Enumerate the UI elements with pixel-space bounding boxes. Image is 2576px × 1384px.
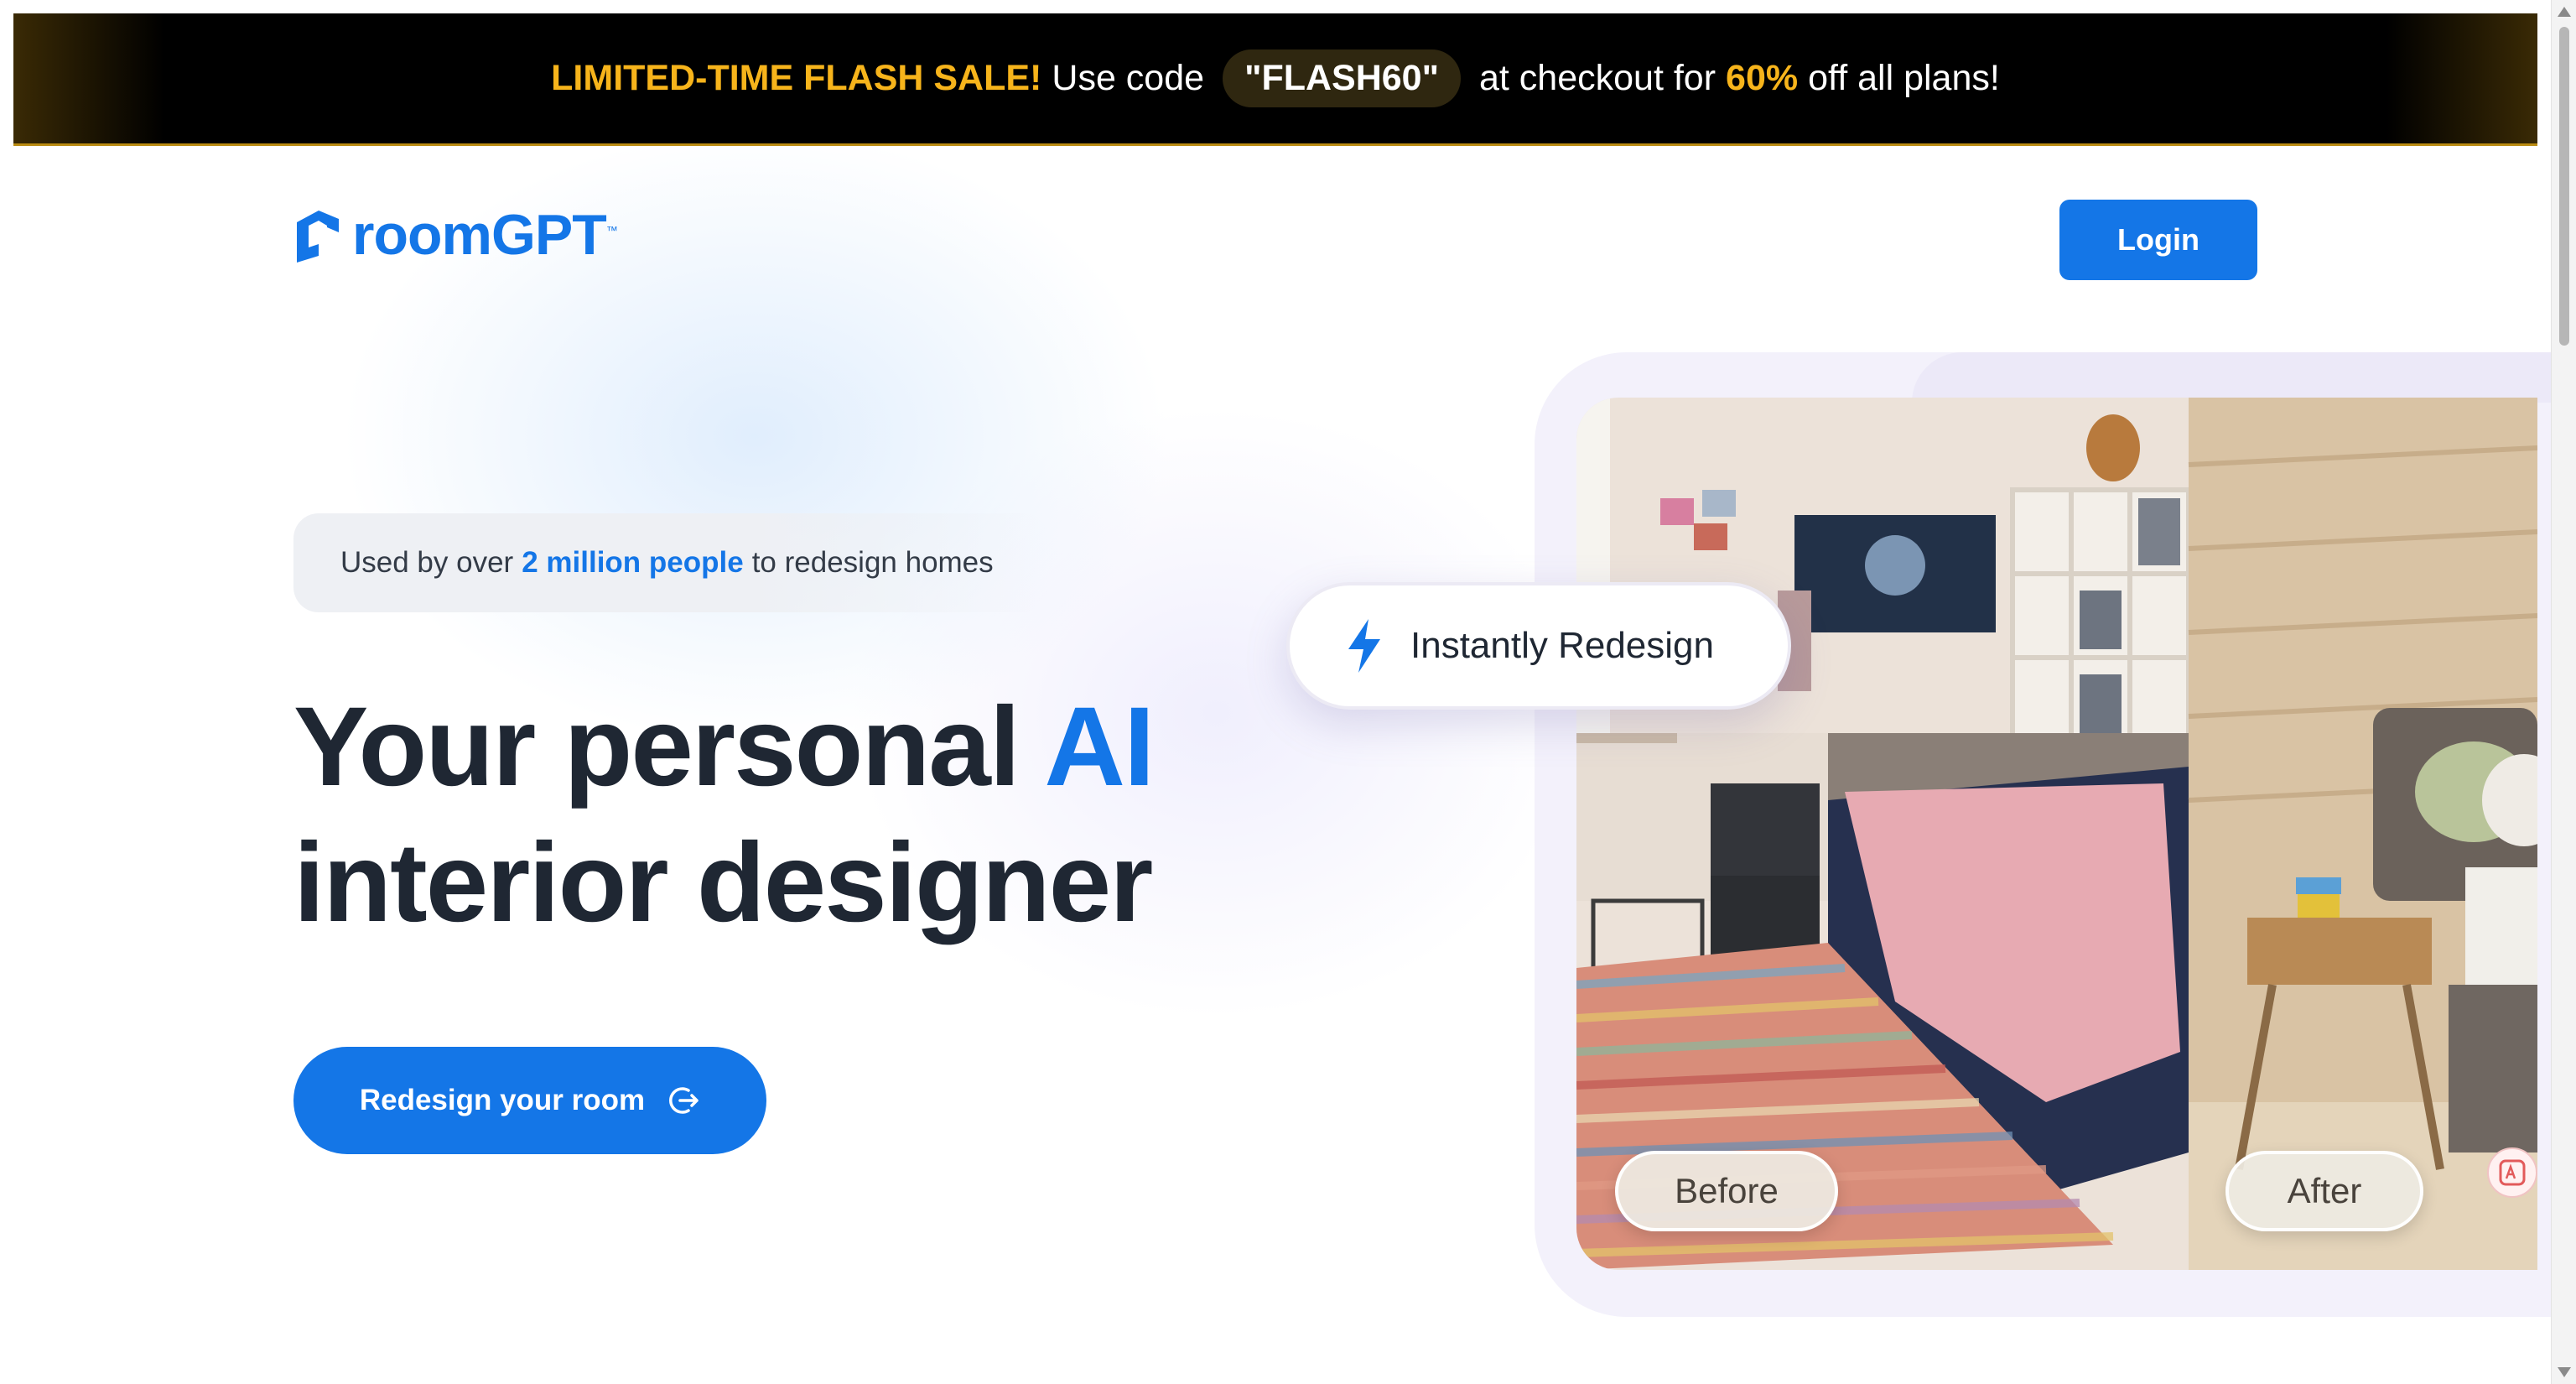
promo-banner: LIMITED-TIME FLASH SALE! Use code "FLASH… bbox=[13, 13, 2537, 146]
logo-text: roomGPT™ bbox=[352, 203, 618, 267]
before-label: Before bbox=[1615, 1151, 1838, 1231]
scroll-up-arrow[interactable] bbox=[2558, 7, 2571, 17]
headline-ai: AI bbox=[1044, 684, 1155, 809]
lightning-bolt-icon bbox=[1348, 619, 1380, 673]
scroll-down-arrow[interactable] bbox=[2558, 1367, 2571, 1377]
hero-headline: Your personal AI interior designer bbox=[293, 679, 1155, 951]
usedby-prefix: Used by over bbox=[340, 546, 514, 579]
social-proof-pill: Used by over 2 million people to redesig… bbox=[293, 513, 1048, 612]
promo-at-checkout: at checkout for bbox=[1479, 58, 1716, 98]
logo[interactable]: roomGPT™ bbox=[293, 203, 618, 267]
login-button[interactable]: Login bbox=[2059, 200, 2257, 280]
cta-label: Redesign your room bbox=[359, 1084, 646, 1116]
arrow-right-circle-icon bbox=[669, 1087, 699, 1114]
room-before-after-image bbox=[1576, 398, 2537, 1270]
promo-use-code: Use code bbox=[1052, 58, 1205, 98]
translate-icon[interactable] bbox=[2487, 1147, 2537, 1198]
promo-percent: 60% bbox=[1726, 58, 1799, 98]
badge-label: Instantly Redesign bbox=[1410, 625, 1714, 666]
page-scrollbar[interactable] bbox=[2551, 0, 2576, 1384]
promo-tail: off all plans! bbox=[1808, 58, 2000, 98]
after-label: After bbox=[2225, 1151, 2423, 1231]
house-logo-icon bbox=[297, 211, 339, 263]
headline-line2: interior designer bbox=[293, 820, 1153, 945]
showcase-backdrop-accent bbox=[1912, 352, 2576, 403]
usedby-suffix: to redesign homes bbox=[751, 546, 994, 579]
scrollbar-thumb[interactable] bbox=[2559, 27, 2569, 346]
headline-part1: Your personal bbox=[293, 684, 1021, 809]
page: LIMITED-TIME FLASH SALE! Use code "FLASH… bbox=[0, 0, 2576, 1384]
usedby-highlight: 2 million people bbox=[522, 546, 744, 579]
promo-headline: LIMITED-TIME FLASH SALE! bbox=[551, 58, 1042, 98]
instantly-redesign-badge: Instantly Redesign bbox=[1286, 582, 1791, 710]
redesign-room-button[interactable]: Redesign your room bbox=[293, 1047, 766, 1154]
promo-code-badge: "FLASH60" bbox=[1223, 49, 1461, 107]
